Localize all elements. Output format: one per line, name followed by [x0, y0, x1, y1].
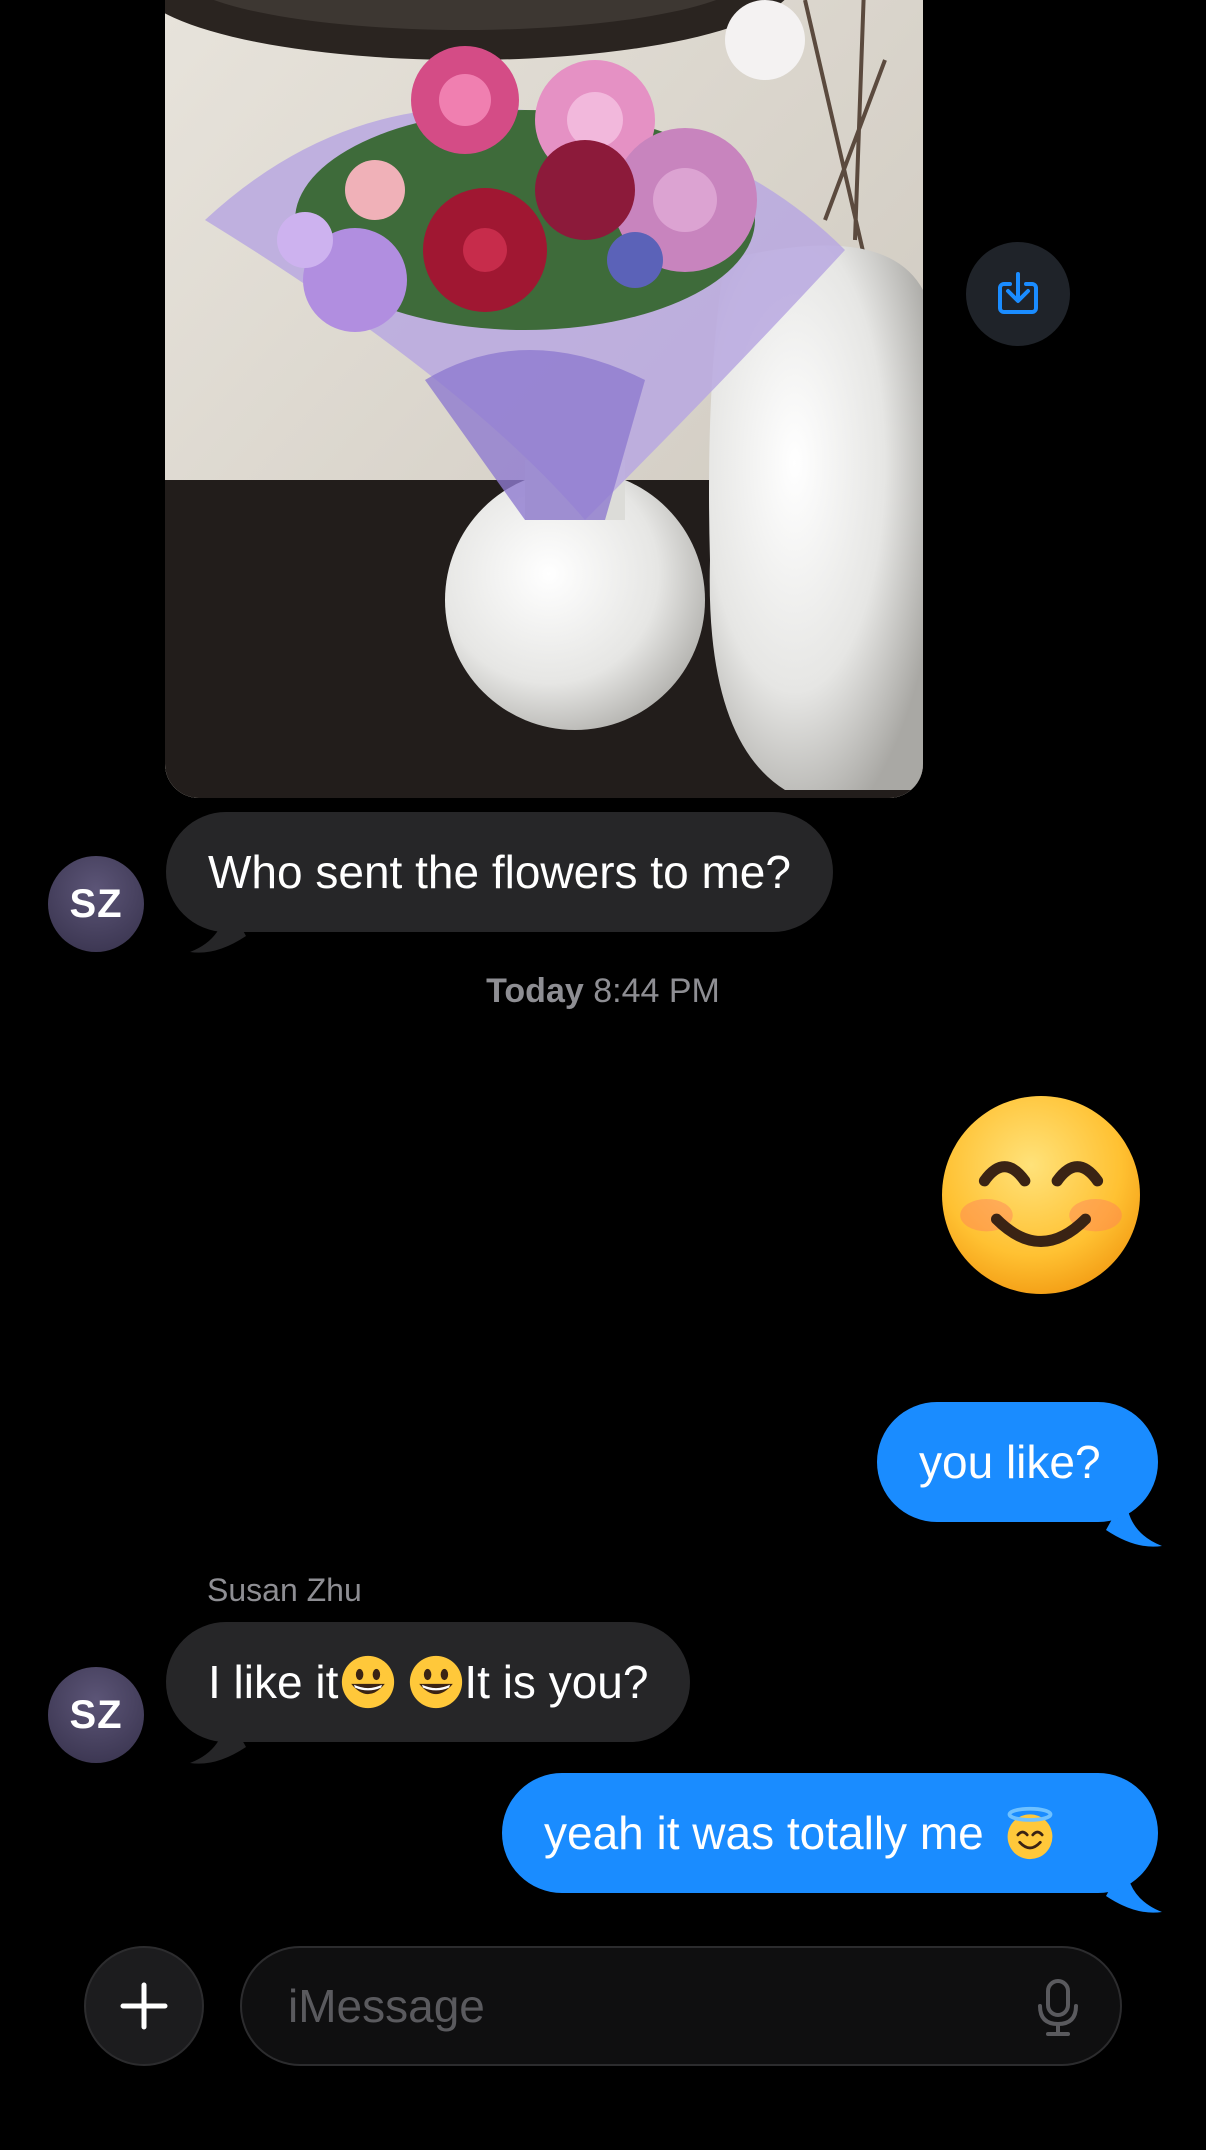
smiling-face-with-halo-emoji-icon [1007, 1806, 1053, 1860]
add-attachment-button[interactable] [84, 1946, 204, 2066]
message-text-part: It is you? [464, 1656, 649, 1708]
sender-name: Susan Zhu [207, 1572, 362, 1608]
plus-icon [120, 1982, 168, 2030]
message-input[interactable]: iMessage [240, 1946, 1122, 2066]
message-text: you like? [919, 1436, 1101, 1488]
message-text: yeah it was totally me [544, 1807, 984, 1859]
microphone-icon[interactable] [1036, 1978, 1080, 2038]
avatar-initials: SZ [69, 1692, 123, 1737]
avatar[interactable]: SZ [48, 856, 144, 952]
timestamp-day: Today [486, 972, 584, 1010]
download-icon [998, 272, 1038, 314]
incoming-message[interactable]: Who sent the flowers to me? [166, 812, 833, 932]
smiling-face-emoji-icon[interactable] [940, 1094, 1142, 1296]
avatar[interactable]: SZ [48, 1667, 144, 1763]
timestamp-time: 8:44 PM [593, 972, 720, 1010]
outgoing-message[interactable]: yeah it was totally me [502, 1773, 1158, 1893]
grinning-face-emoji-icon [410, 1655, 463, 1709]
avatar-initials: SZ [69, 881, 123, 926]
timestamp: Today 8:44 PM [0, 972, 1206, 1011]
save-photo-button[interactable] [966, 242, 1070, 346]
grinning-face-emoji-icon [342, 1655, 395, 1709]
flowers-image [165, 0, 923, 798]
message-text: Who sent the flowers to me? [208, 846, 791, 898]
outgoing-message[interactable]: you like? [877, 1402, 1158, 1522]
photo-attachment-flowers[interactable] [165, 0, 923, 798]
message-text-part: I like it [208, 1656, 339, 1708]
message-input-placeholder: iMessage [288, 1980, 485, 2032]
incoming-message[interactable]: I like it It is you? [166, 1622, 691, 1742]
